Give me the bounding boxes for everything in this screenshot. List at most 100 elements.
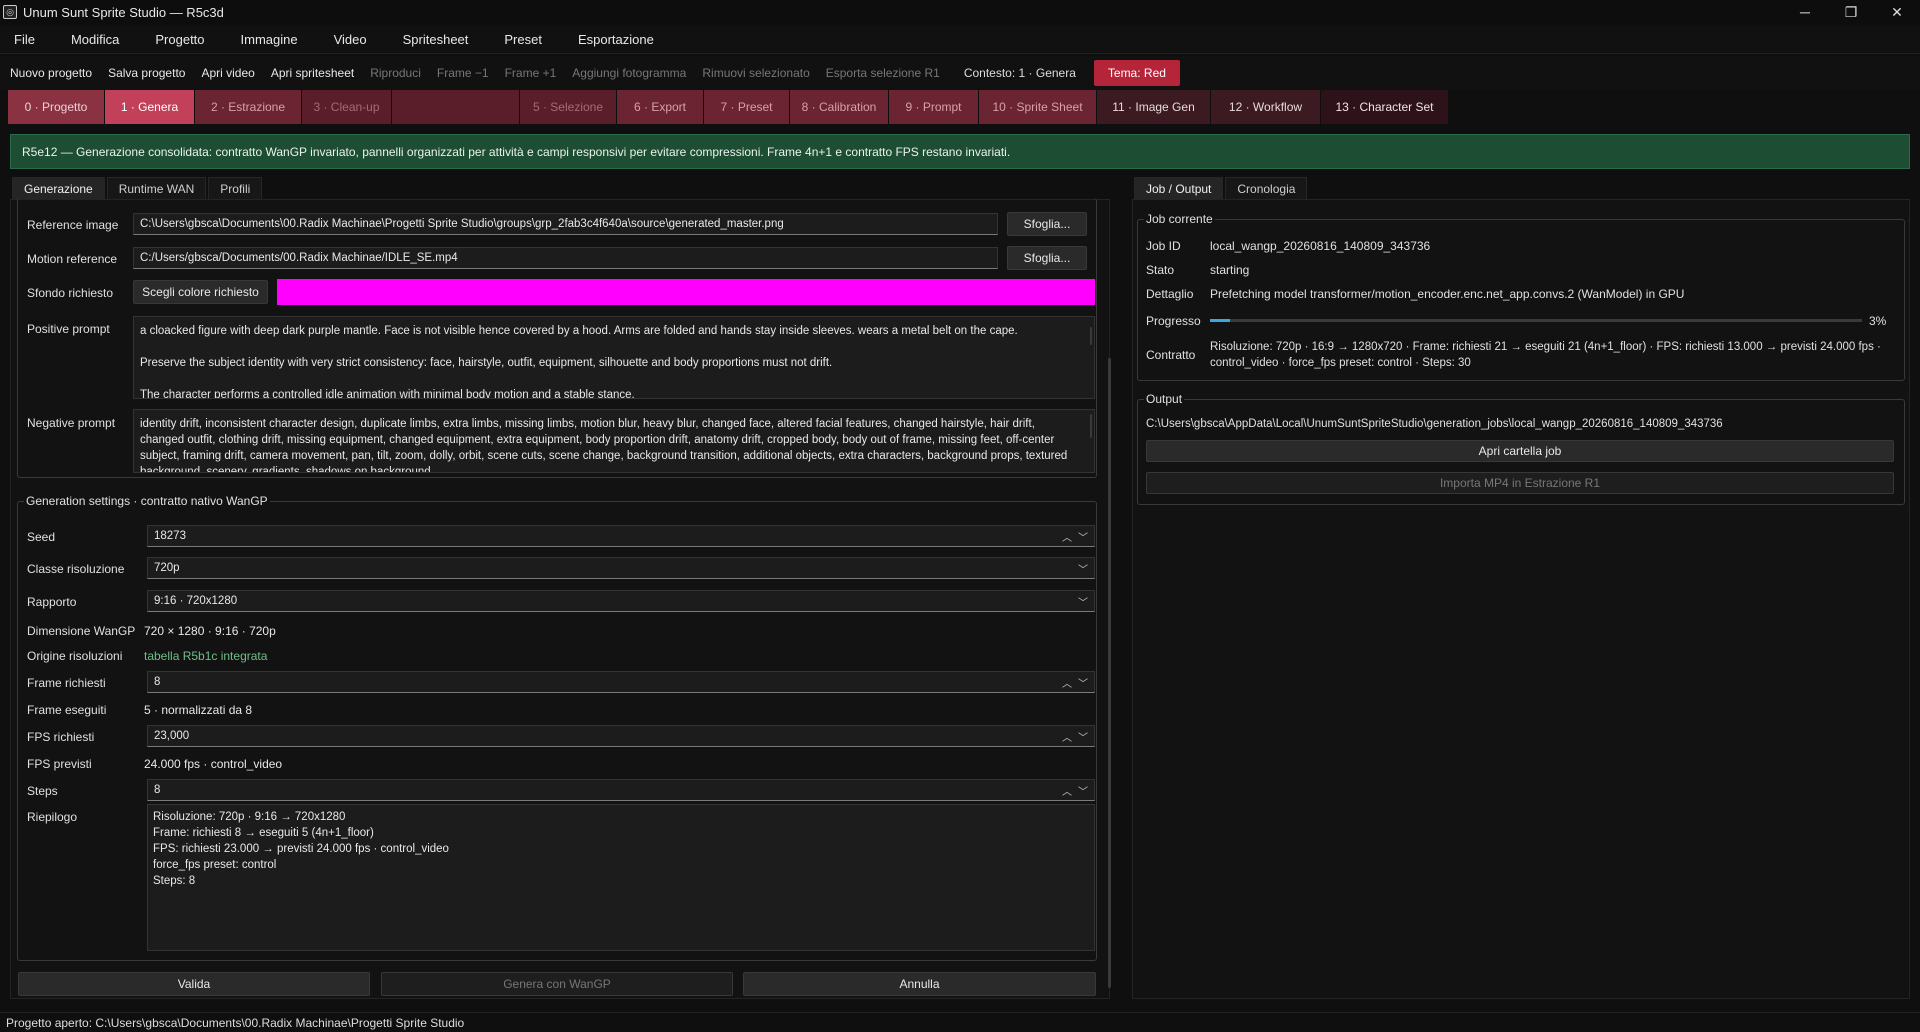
menu-video[interactable]: Video: [320, 32, 389, 47]
progress-bar: [1210, 319, 1862, 322]
esporta-selezione-button[interactable]: Esporta selezione R1: [826, 66, 940, 80]
apri-spritesheet-button[interactable]: Apri spritesheet: [271, 66, 354, 80]
chevron-up-icon[interactable]: ︿: [1062, 783, 1072, 798]
fps-stepper-arrows[interactable]: ︿ ﹀: [1062, 726, 1088, 746]
minimize-icon[interactable]: ─: [1782, 0, 1828, 24]
maximize-icon[interactable]: ❐: [1828, 0, 1874, 24]
tab-generazione[interactable]: Generazione: [12, 177, 105, 199]
frame-richiesti-spinbox[interactable]: 8 ︿ ﹀: [147, 671, 1095, 693]
tab-profili[interactable]: Profili: [208, 177, 263, 199]
rapporto-label: Rapporto: [27, 595, 77, 609]
background-color-swatch[interactable]: [277, 279, 1095, 305]
menu-spritesheet[interactable]: Spritesheet: [389, 32, 491, 47]
tab-cronologia[interactable]: Cronologia: [1225, 177, 1308, 199]
dettaglio-value: Prefetching model transformer/motion_enc…: [1210, 287, 1685, 301]
positive-prompt-scrollbar[interactable]: [1090, 327, 1092, 345]
theme-button[interactable]: Tema: Red: [1093, 60, 1180, 86]
menu-esportazione[interactable]: Esportazione: [564, 32, 676, 47]
nuovo-progetto-button[interactable]: Nuovo progetto: [10, 66, 92, 80]
rapporto-select[interactable]: 9:16 · 720x1280 ﹀: [147, 590, 1095, 612]
progresso-label: Progresso: [1146, 314, 1201, 328]
step-estrazione[interactable]: 2 · Estrazione: [195, 90, 302, 124]
chevron-down-icon[interactable]: ﹀: [1078, 783, 1088, 798]
seed-stepper-arrows[interactable]: ︿ ﹀: [1062, 526, 1088, 546]
stato-value: starting: [1210, 263, 1250, 277]
classe-label: Classe risoluzione: [27, 562, 125, 576]
fps-richiesti-spinbox[interactable]: 23,000 ︿ ﹀: [147, 725, 1095, 747]
step-progetto[interactable]: 0 · Progetto: [8, 90, 105, 124]
steps-label: Steps: [27, 784, 58, 798]
generation-settings-title: Generation settings · contratto nativo W…: [24, 494, 270, 508]
aggiungi-fotogramma-button[interactable]: Aggiungi fotogramma: [572, 66, 686, 80]
reference-image-browse-button[interactable]: Sfoglia...: [1007, 212, 1087, 236]
annulla-button[interactable]: Annulla: [743, 972, 1096, 996]
motion-reference-browse-button[interactable]: Sfoglia...: [1007, 246, 1087, 270]
chevron-down-icon[interactable]: ﹀: [1078, 558, 1088, 578]
step-pulizia[interactable]: 4 · Pulizia: [392, 90, 520, 124]
riepilogo-line: FPS: richiesti 23.000 → previsti 24.000 …: [153, 843, 449, 855]
menu-preset[interactable]: Preset: [490, 32, 564, 47]
job-id-label: Job ID: [1146, 239, 1181, 253]
menu-immagine[interactable]: Immagine: [227, 32, 320, 47]
apri-video-button[interactable]: Apri video: [201, 66, 254, 80]
genera-button[interactable]: Genera con WanGP: [381, 972, 733, 996]
importa-mp4-button[interactable]: Importa MP4 in Estrazione R1: [1146, 472, 1894, 494]
salva-progetto-button[interactable]: Salva progetto: [108, 66, 185, 80]
reference-image-label: Reference image: [27, 218, 119, 232]
fps-richiesti-value: 23,000: [154, 730, 190, 742]
frame-stepper-arrows[interactable]: ︿ ﹀: [1062, 672, 1088, 692]
motion-reference-field[interactable]: C:/Users/gbsca/Documents/00.Radix Machin…: [133, 247, 998, 269]
step-image-gen[interactable]: 11 · Image Gen: [1097, 90, 1211, 124]
apri-cartella-button[interactable]: Apri cartella job: [1146, 440, 1894, 462]
tab-job-output[interactable]: Job / Output: [1134, 177, 1224, 199]
chevron-down-icon[interactable]: ﹀: [1078, 675, 1088, 690]
chevron-down-icon[interactable]: ﹀: [1078, 729, 1088, 744]
job-group-title: Job corrente: [1144, 212, 1215, 226]
reference-image-field[interactable]: C:\Users\gbsca\Documents\00.Radix Machin…: [133, 213, 998, 235]
negative-prompt-scrollbar[interactable]: [1090, 414, 1092, 438]
valida-button[interactable]: Valida: [18, 972, 370, 996]
frame-prev-button[interactable]: Frame −1: [437, 66, 489, 80]
chevron-up-icon[interactable]: ︿: [1062, 529, 1072, 544]
menu-file[interactable]: File: [0, 32, 57, 47]
step-prompt[interactable]: 9 · Prompt: [889, 90, 979, 124]
frame-next-button[interactable]: Frame +1: [505, 66, 557, 80]
right-panel-tabs: Job / Output Cronologia: [1134, 177, 1309, 199]
tab-runtime-wan[interactable]: Runtime WAN: [106, 177, 207, 199]
menu-modifica[interactable]: Modifica: [57, 32, 141, 47]
toolbar: Nuovo progetto Salva progetto Apri video…: [0, 56, 1920, 90]
steps-stepper-arrows[interactable]: ︿ ﹀: [1062, 780, 1088, 800]
steps-spinbox[interactable]: 8 ︿ ﹀: [147, 779, 1095, 801]
chevron-up-icon[interactable]: ︿: [1062, 729, 1072, 744]
seed-spinbox[interactable]: 18273 ︿ ﹀: [147, 525, 1095, 547]
chevron-down-icon[interactable]: ﹀: [1078, 529, 1088, 544]
left-scrollbar[interactable]: [1108, 358, 1111, 988]
step-clean-up[interactable]: 3 · Clean-up: [302, 90, 392, 124]
chevron-down-icon[interactable]: ﹀: [1078, 591, 1088, 611]
step-sprite-sheet[interactable]: 10 · Sprite Sheet: [979, 90, 1097, 124]
step-selezione[interactable]: 5 · Selezione: [520, 90, 617, 124]
riepilogo-line: force_fps preset: control: [153, 859, 277, 871]
stato-label: Stato: [1146, 263, 1175, 277]
step-genera[interactable]: 1 · Genera: [105, 90, 195, 124]
step-character-set[interactable]: 13 · Character Set: [1321, 90, 1449, 124]
window-title: Unum Sunt Sprite Studio — R5c3d: [23, 4, 224, 20]
job-id-value: local_wangp_20260816_140809_343736: [1210, 239, 1431, 253]
negative-prompt-input[interactable]: identity drift, inconsistent character d…: [133, 409, 1095, 473]
step-workflow[interactable]: 12 · Workflow: [1211, 90, 1321, 124]
info-banner: R5e12 — Generazione consolidata: contrat…: [10, 134, 1910, 169]
negative-prompt-text: identity drift, inconsistent character d…: [140, 418, 1068, 473]
frame-eseguiti-label: Frame eseguiti: [27, 703, 107, 717]
step-calibration[interactable]: 8 · Calibration: [790, 90, 889, 124]
rimuovi-selezionato-button[interactable]: Rimuovi selezionato: [702, 66, 809, 80]
riproduci-button[interactable]: Riproduci: [370, 66, 421, 80]
step-export[interactable]: 6 · Export: [617, 90, 704, 124]
choose-color-button[interactable]: Scegli colore richiesto: [133, 280, 268, 304]
menu-progetto[interactable]: Progetto: [141, 32, 226, 47]
frame-richiesti-value: 8: [154, 676, 161, 688]
positive-prompt-input[interactable]: a cloacked figure with deep dark purple …: [133, 316, 1095, 399]
chevron-up-icon[interactable]: ︿: [1062, 675, 1072, 690]
classe-select[interactable]: 720p ﹀: [147, 557, 1095, 579]
step-preset[interactable]: 7 · Preset: [704, 90, 790, 124]
close-icon[interactable]: ✕: [1874, 0, 1920, 24]
